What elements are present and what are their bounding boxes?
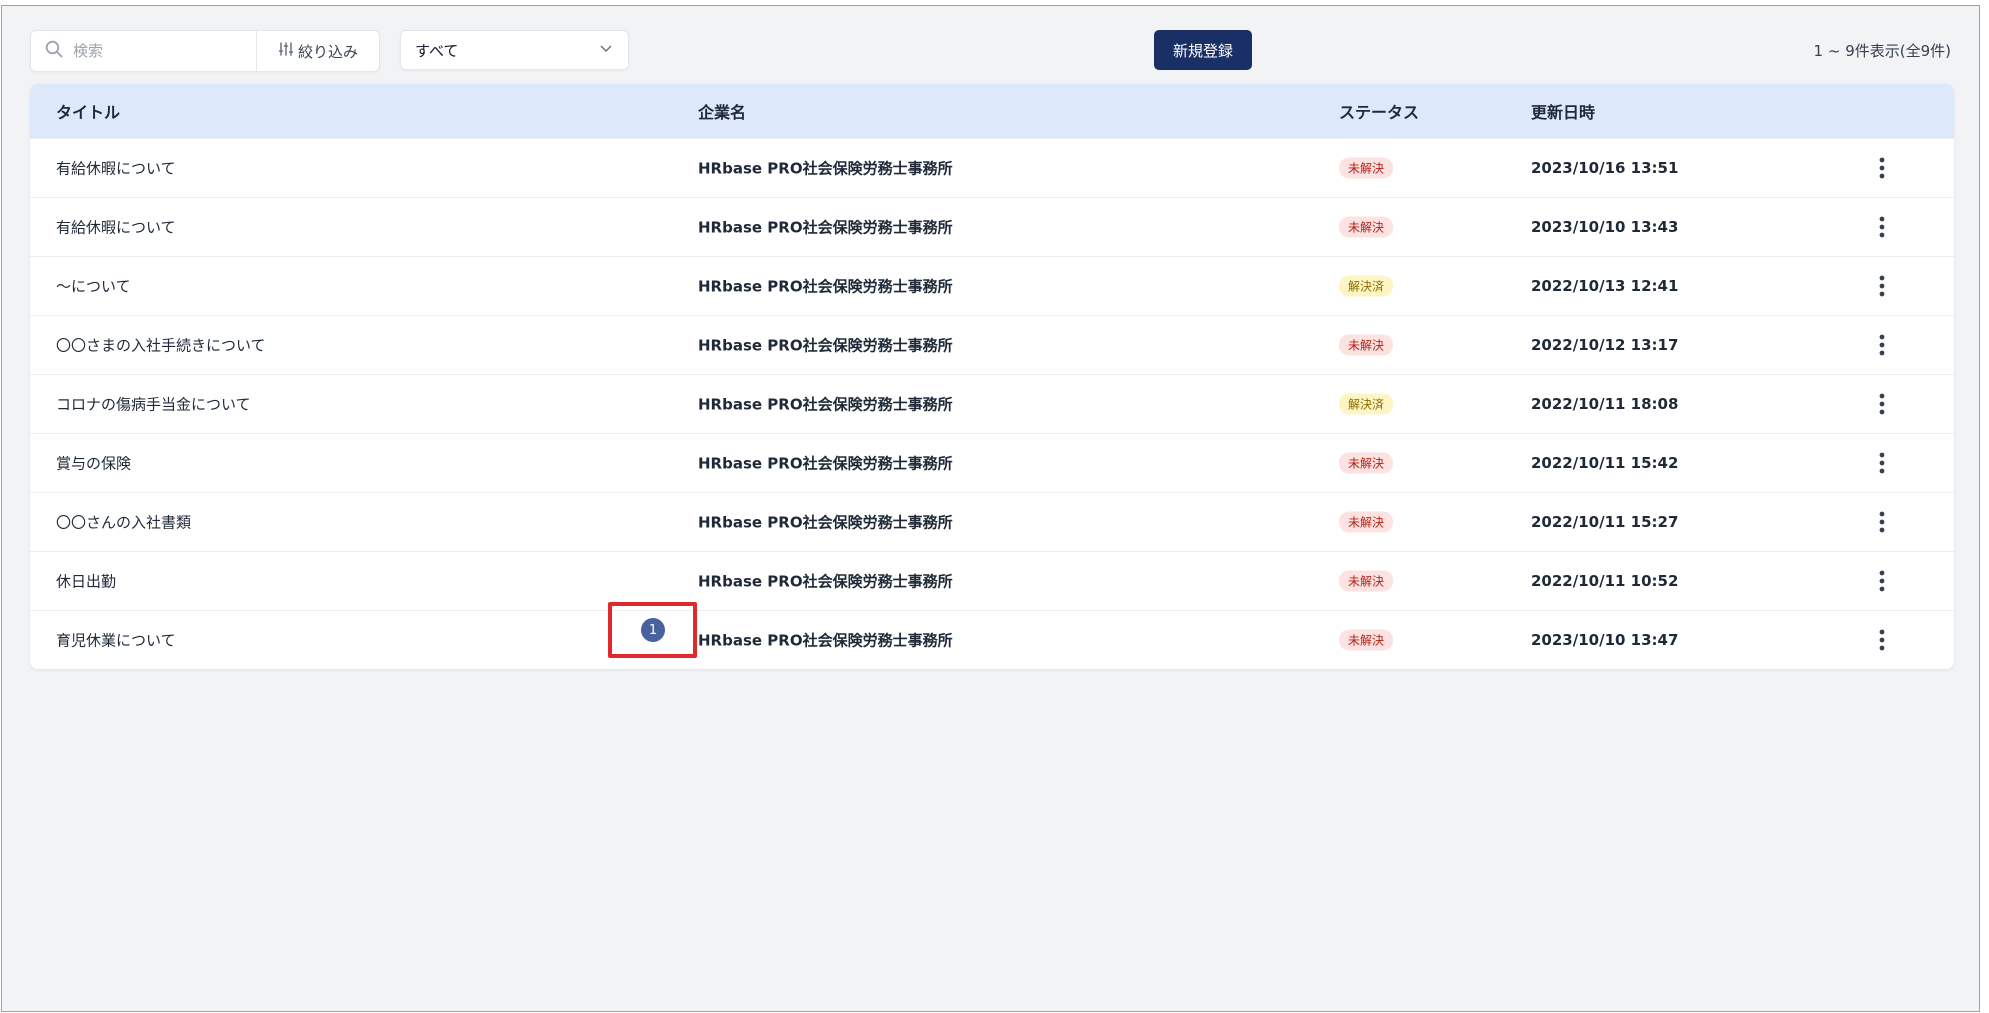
kebab-menu-icon (1879, 157, 1885, 179)
table-row[interactable]: 賞与の保険 HRbase PRO社会保険労務士事務所 未解決 2022/10/1… (30, 433, 1954, 492)
row-company: HRbase PRO社会保険労務士事務所 (698, 513, 953, 532)
kebab-menu-icon (1879, 393, 1885, 415)
toolbar: 絞り込み すべて 新規登録 1 ~ 9件表示(全9件) (30, 30, 1951, 72)
row-title: 有給休暇について (56, 218, 176, 237)
table-row[interactable]: 〜について HRbase PRO社会保険労務士事務所 解決済 2022/10/1… (30, 256, 1954, 315)
search-input[interactable] (71, 41, 235, 61)
status-badge: 未解決 (1339, 452, 1394, 474)
filter-label: 絞り込み (297, 42, 358, 61)
kebab-menu-icon (1879, 452, 1885, 474)
table-row[interactable]: 〇〇さんの入社書類 HRbase PRO社会保険労務士事務所 未解決 2022/… (30, 492, 1954, 551)
row-updated: 2022/10/13 12:41 (1531, 277, 1679, 295)
row-company: HRbase PRO社会保険労務士事務所 (698, 395, 953, 414)
header-status: ステータス (1339, 103, 1420, 122)
status-badge-label: 未解決 (1339, 216, 1394, 238)
row-updated: 2022/10/11 15:27 (1531, 513, 1679, 531)
table-row[interactable]: コロナの傷病手当金について HRbase PRO社会保険労務士事務所 解決済 2… (30, 374, 1954, 433)
kebab-menu-icon (1879, 216, 1885, 238)
search-box[interactable] (31, 31, 257, 71)
kebab-menu-icon (1879, 511, 1885, 533)
row-menu-button[interactable] (1870, 330, 1894, 360)
table-row[interactable]: 有給休暇について HRbase PRO社会保険労務士事務所 未解決 2023/1… (30, 138, 1954, 197)
status-badge: 解決済 (1339, 393, 1394, 415)
search-icon (45, 40, 63, 62)
status-badge: 未解決 (1339, 511, 1394, 533)
status-badge: 未解決 (1339, 216, 1394, 238)
row-updated: 2023/10/16 13:51 (1531, 159, 1679, 177)
new-registration-button[interactable]: 新規登録 (1154, 30, 1252, 70)
status-badge-label: 未解決 (1339, 334, 1394, 356)
app-frame: 絞り込み すべて 新規登録 1 ~ 9件表示(全9件) タイトル 企業名 ステー… (1, 5, 1980, 1012)
row-menu-button[interactable] (1870, 448, 1894, 478)
row-title: 〜について (56, 277, 131, 296)
search-group: 絞り込み (30, 30, 380, 72)
row-updated: 2022/10/11 15:42 (1531, 454, 1679, 472)
inquiry-table: タイトル 企業名 ステータス 更新日時 有給休暇について HRbase PRO社… (30, 84, 1954, 669)
row-title: 育児休業について (56, 631, 176, 650)
row-title: 休日出勤 (56, 572, 117, 591)
row-title: 賞与の保険 (56, 454, 132, 473)
status-badge-label: 未解決 (1339, 629, 1394, 651)
status-badge: 未解決 (1339, 570, 1394, 592)
status-badge-label: 未解決 (1339, 157, 1394, 179)
kebab-menu-icon (1879, 334, 1885, 356)
row-menu-button[interactable] (1870, 389, 1894, 419)
table-row[interactable]: 休日出勤 HRbase PRO社会保険労務士事務所 未解決 2022/10/11… (30, 551, 1954, 610)
status-badge-label: 未解決 (1339, 570, 1394, 592)
sliders-icon (278, 41, 298, 61)
table-row[interactable]: 有給休暇について HRbase PRO社会保険労務士事務所 未解決 2023/1… (30, 197, 1954, 256)
table-body: 有給休暇について HRbase PRO社会保険労務士事務所 未解決 2023/1… (30, 138, 1954, 669)
row-menu-button[interactable] (1870, 566, 1894, 596)
row-menu-button[interactable] (1870, 625, 1894, 655)
kebab-menu-icon (1879, 629, 1885, 651)
status-badge-label: 解決済 (1339, 393, 1394, 415)
row-updated: 2022/10/11 18:08 (1531, 395, 1679, 413)
chevron-down-icon (598, 40, 614, 60)
row-updated: 2023/10/10 13:47 (1531, 631, 1679, 649)
status-select[interactable]: すべて (400, 30, 629, 70)
row-company: HRbase PRO社会保険労務士事務所 (698, 631, 953, 650)
filter-button[interactable]: 絞り込み (257, 31, 379, 71)
table-row[interactable]: 育児休業について HRbase PRO社会保険労務士事務所 未解決 2023/1… (30, 610, 1954, 669)
table-row[interactable]: 〇〇さまの入社手続きについて HRbase PRO社会保険労務士事務所 未解決 … (30, 315, 1954, 374)
row-menu-button[interactable] (1870, 507, 1894, 537)
row-menu-button[interactable] (1870, 212, 1894, 242)
header-title: タイトル (56, 103, 121, 122)
row-title: 〇〇さまの入社手続きについて (56, 336, 266, 355)
row-title: コロナの傷病手当金について (56, 395, 251, 414)
status-badge: 未解決 (1339, 629, 1394, 651)
row-title: 有給休暇について (56, 159, 176, 178)
status-badge-label: 未解決 (1339, 452, 1394, 474)
row-company: HRbase PRO社会保険労務士事務所 (698, 159, 953, 178)
status-badge: 解決済 (1339, 275, 1394, 297)
row-title: 〇〇さんの入社書類 (56, 513, 192, 532)
status-badge-label: 未解決 (1339, 511, 1394, 533)
header-updated: 更新日時 (1531, 103, 1596, 122)
kebab-menu-icon (1879, 570, 1885, 592)
row-company: HRbase PRO社会保険労務士事務所 (698, 454, 953, 473)
row-updated: 2022/10/12 13:17 (1531, 336, 1679, 354)
row-updated: 2023/10/10 13:43 (1531, 218, 1679, 236)
table-header: タイトル 企業名 ステータス 更新日時 (30, 84, 1954, 138)
status-badge: 未解決 (1339, 157, 1394, 179)
row-company: HRbase PRO社会保険労務士事務所 (698, 218, 953, 237)
row-company: HRbase PRO社会保険労務士事務所 (698, 572, 953, 591)
result-count: 1 ~ 9件表示(全9件) (1813, 41, 1951, 60)
row-updated: 2022/10/11 10:52 (1531, 572, 1679, 590)
header-company: 企業名 (698, 103, 747, 122)
status-badge: 未解決 (1339, 334, 1394, 356)
row-menu-button[interactable] (1870, 153, 1894, 183)
status-select-value: すべて (415, 41, 459, 60)
row-company: HRbase PRO社会保険労務士事務所 (698, 336, 953, 355)
kebab-menu-icon (1879, 275, 1885, 297)
row-menu-button[interactable] (1870, 271, 1894, 301)
status-badge-label: 解決済 (1339, 275, 1394, 297)
row-company: HRbase PRO社会保険労務士事務所 (698, 277, 953, 296)
annotation-number-badge: 1 (641, 618, 665, 642)
